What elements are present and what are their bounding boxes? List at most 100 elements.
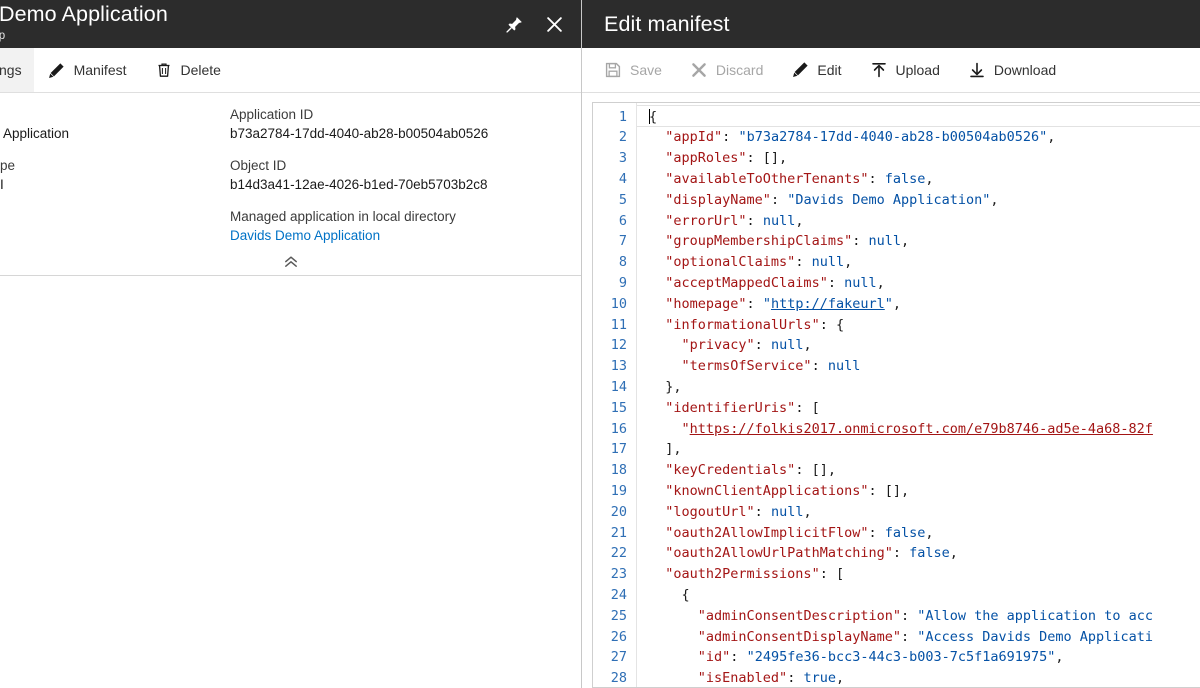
upload-icon [870,61,888,79]
editor-indent [649,400,665,416]
editor-token-punct: , [1047,129,1056,146]
editor-line[interactable]: "groupMembershipClaims": null, [649,231,1200,252]
editor-line[interactable]: "logoutUrl": null, [649,502,1200,523]
editor-line-number: 2 [618,129,627,146]
command-manifest[interactable]: Manifest [34,48,141,92]
editor-token-key: "groupMembershipClaims" [665,233,853,250]
editor-indent [649,192,665,208]
editor-line[interactable]: "knownClientApplications": [], [649,481,1200,502]
left-blade-header-actions [497,0,571,48]
save-button-label: Save [630,61,662,78]
save-button[interactable]: Save [590,48,676,92]
editor-token-key: "keyCredentials" [665,462,796,479]
upload-button[interactable]: Upload [856,48,954,92]
editor-line[interactable]: "informationalUrls": { [649,315,1200,336]
editor-token-punct: : [754,503,771,520]
editor-line[interactable]: { [637,104,1200,128]
editor-token-kw: null [762,212,796,229]
editor-line[interactable]: "identifierUris": [ [649,398,1200,419]
editor-token-punct: , [1055,649,1064,666]
editor-token-punct: : [722,129,739,146]
editor-line[interactable]: "id": "2495fe36-bcc3-44c3-b003-7c5f1a691… [649,647,1200,668]
editor-token-str: "Allow the application to acc [917,607,1153,624]
editor-token-kw: null [868,233,901,250]
editor-line[interactable]: "oauth2AllowUrlPathMatching": false, [649,543,1200,564]
editor-token-key: "adminConsentDescription" [697,607,901,624]
editor-line[interactable]: }, [649,377,1200,398]
editor-line-number: 15 [610,399,627,416]
editor-line[interactable]: "adminConsentDisplayName": "Access David… [649,627,1200,648]
page-title: ds Demo Application [0,2,168,26]
editor-line-number: 6 [618,212,627,229]
command-settings[interactable]: tings [0,48,34,92]
essentials-collapse-button[interactable] [0,255,581,273]
download-button[interactable]: Download [954,48,1070,92]
essentials-value-link[interactable]: Davids Demo Application [230,226,546,246]
essentials-pair-managed-application: Managed application in local directory D… [230,207,546,246]
editor-indent [649,525,665,541]
editor-token-punct: , [876,275,885,292]
editor-indent [649,213,665,229]
editor-line[interactable]: "optionalClaims": null, [649,252,1200,273]
manifest-editor-wrapper: 1 2 3 4 5 6 7 8 9 10 11 12 13 14 15 16 17 18 19 20 21 22 23 24 2… [582,92,1200,688]
editor-line[interactable]: "displayName": "Davids Demo Application"… [649,190,1200,211]
editor-code-area[interactable]: { "appId": "b73a2784-17dd-4040-ab28-b005… [637,103,1200,687]
editor-line[interactable]: ], [649,439,1200,460]
editor-token-key: "availableToOtherTenants" [665,171,869,188]
azure-portal-blades: ds Demo Application ed app [0,0,1200,688]
editor-line[interactable]: "appId": "b73a2784-17dd-4040-ab28-b00504… [649,127,1200,148]
essentials-value-link[interactable]: akeurl [0,226,230,246]
editor-line-number: 22 [610,545,627,562]
manifest-page-title: Edit manifest [604,11,730,36]
editor-token-kw: null [770,337,804,354]
editor-indent [649,566,665,582]
editor-indent [649,317,665,333]
editor-indent [649,670,698,686]
editor-token-punct: , [803,337,812,354]
essentials-label: Object ID [230,158,287,173]
manifest-json-editor[interactable]: 1 2 3 4 5 6 7 8 9 10 11 12 13 14 15 16 17 18 19 20 21 22 23 24 2… [592,101,1200,688]
editor-indent [649,441,665,457]
editor-token-key: "errorUrl" [665,212,747,229]
right-blade-header: Edit manifest [582,0,1200,48]
editor-token-punct: : [ [795,399,820,416]
editor-line-number: 11 [610,316,627,333]
editor-token-punct: : [868,524,885,541]
editor-token-url: https://folkis2017.onmicrosoft.com/e79b8… [689,420,1153,437]
editor-indent [649,171,665,187]
close-button[interactable] [537,7,571,41]
editor-line[interactable]: "errorUrl": null, [649,211,1200,232]
editor-line[interactable]: "isEnabled": true, [649,668,1200,687]
editor-token-key: " [681,420,690,437]
editor-line[interactable]: "keyCredentials": [], [649,460,1200,481]
discard-button[interactable]: Discard [676,48,777,92]
editor-token-punct: , [803,503,812,520]
edit-button[interactable]: Edit [777,48,855,92]
editor-indent [649,254,665,270]
editor-line[interactable]: "oauth2Permissions": [ [649,564,1200,585]
editor-token-punct: { [649,108,658,125]
editor-token-key: "optionalClaims" [665,254,796,271]
editor-token-urlb: http://fakeurl [770,295,885,312]
essentials-pair-object-id: Object ID b14d3a41-12ae-4026-b1ed-70eb57… [230,156,546,195]
pin-button[interactable] [497,7,531,41]
editor-line[interactable]: "availableToOtherTenants": false, [649,169,1200,190]
manifest-command-bar: Save Discard Edit Upload Download [582,47,1200,93]
essentials-value: Demo Application [0,126,70,141]
editor-line[interactable]: "adminConsentDescription": "Allow the ap… [649,606,1200,627]
editor-line[interactable]: { [649,585,1200,606]
editor-line[interactable]: "appRoles": [], [649,148,1200,169]
left-blade-command-bar: tings Manifest [0,48,581,93]
editor-token-str: "b73a2784-17dd-4040-ab28-b00504ab0526" [738,129,1048,146]
editor-line[interactable]: "https://folkis2017.onmicrosoft.com/e79b… [649,419,1200,440]
editor-line[interactable]: "privacy": null, [649,335,1200,356]
upload-button-label: Upload [895,61,940,78]
editor-line-number: 25 [610,607,627,624]
editor-line[interactable]: "oauth2AllowImplicitFlow": false, [649,523,1200,544]
editor-line-number: 7 [618,233,627,250]
editor-line[interactable]: "acceptMappedClaims": null, [649,273,1200,294]
editor-line[interactable]: "termsOfService": null [649,356,1200,377]
command-delete[interactable]: Delete [141,48,235,92]
essentials-label: page [0,207,230,226]
editor-line[interactable]: "homepage": "http://fakeurl", [649,294,1200,315]
